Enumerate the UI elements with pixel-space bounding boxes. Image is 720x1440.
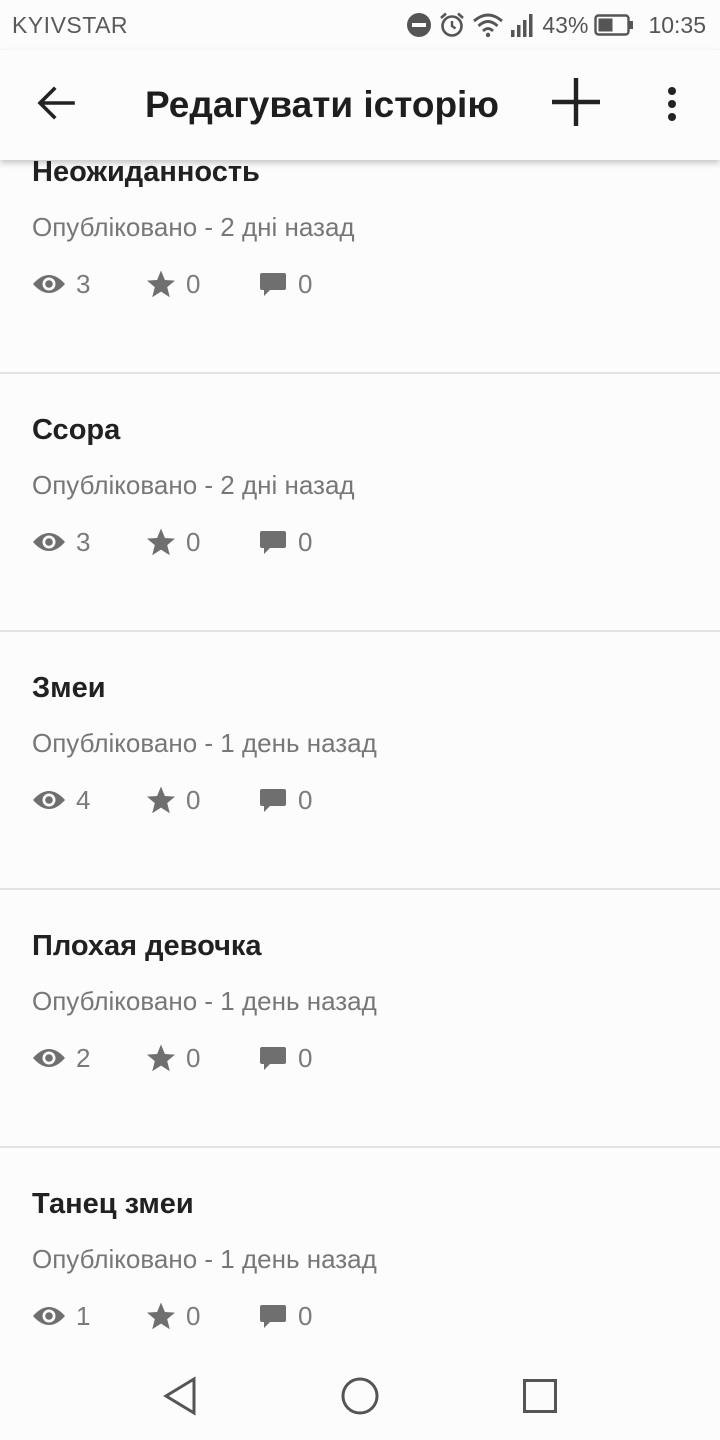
story-title: Плохая девочка <box>32 930 262 962</box>
story-published: Опубліковано - 1 день назад <box>32 1244 377 1274</box>
nav-home-icon <box>340 1376 380 1421</box>
clock: 10:35 <box>648 11 706 38</box>
status-icons: 43% 10:35 <box>406 9 706 41</box>
stars-stat: 0 <box>146 1038 200 1078</box>
stars-count: 0 <box>186 268 201 299</box>
stars-count: 0 <box>186 526 201 557</box>
story-stats: 1 0 0 <box>32 1296 432 1336</box>
star-icon <box>146 1301 176 1331</box>
dnd-icon <box>406 12 432 38</box>
views-count: 1 <box>76 1300 91 1331</box>
views-count: 2 <box>76 1042 91 1073</box>
nav-back-icon <box>162 1375 198 1421</box>
comments-stat: 0 <box>258 264 312 304</box>
comments-count: 0 <box>298 784 313 815</box>
carrier-name: KYIVSTAR <box>12 12 129 38</box>
story-item[interactable]: Неожиданность Опубліковано - 2 дні назад… <box>0 160 720 374</box>
nav-back-button[interactable] <box>150 1368 210 1428</box>
comment-icon <box>258 785 288 815</box>
comment-icon <box>258 269 288 299</box>
plus-icon <box>550 76 602 133</box>
comments-stat: 0 <box>258 1038 312 1078</box>
star-icon <box>146 269 176 299</box>
comments-count: 0 <box>298 268 313 299</box>
eye-icon <box>32 1304 66 1328</box>
views-stat: 4 <box>32 780 90 820</box>
comment-icon <box>258 1043 288 1073</box>
eye-icon <box>32 272 66 296</box>
comments-count: 0 <box>298 1042 313 1073</box>
app-toolbar: Редагувати історію <box>0 50 720 160</box>
eye-icon <box>32 530 66 554</box>
system-nav-bar <box>0 1348 720 1440</box>
signal-icon <box>510 12 536 38</box>
story-stats: 4 0 0 <box>32 780 432 820</box>
more-options-button[interactable] <box>650 78 694 134</box>
story-published: Опубліковано - 2 дні назад <box>32 470 355 500</box>
views-stat: 3 <box>32 522 90 562</box>
battery-icon <box>594 14 634 36</box>
story-stats: 3 0 0 <box>32 522 432 562</box>
add-story-button[interactable] <box>546 74 606 134</box>
nav-recents-button[interactable] <box>510 1368 570 1428</box>
star-icon <box>146 785 176 815</box>
story-published: Опубліковано - 1 день назад <box>32 986 377 1016</box>
story-item[interactable]: Змеи Опубліковано - 1 день назад 4 0 0 <box>0 632 720 890</box>
alarm-icon <box>438 11 466 39</box>
story-title: Танец змеи <box>32 1188 194 1220</box>
story-item[interactable]: Танец змеи Опубліковано - 1 день назад 1… <box>0 1148 720 1348</box>
comments-count: 0 <box>298 526 313 557</box>
back-button[interactable] <box>28 77 84 133</box>
arrow-back-icon <box>37 85 75 125</box>
views-stat: 2 <box>32 1038 90 1078</box>
nav-home-button[interactable] <box>330 1368 390 1428</box>
eye-icon <box>32 1046 66 1070</box>
comments-stat: 0 <box>258 522 312 562</box>
stars-count: 0 <box>186 1300 201 1331</box>
story-list: Неожиданность Опубліковано - 2 дні назад… <box>0 160 720 1348</box>
views-stat: 1 <box>32 1296 90 1336</box>
views-count: 3 <box>76 268 91 299</box>
story-stats: 2 0 0 <box>32 1038 432 1078</box>
story-published: Опубліковано - 2 дні назад <box>32 212 355 242</box>
story-item[interactable]: Ссора Опубліковано - 2 дні назад 3 0 0 <box>0 374 720 632</box>
story-item[interactable]: Плохая девочка Опубліковано - 1 день наз… <box>0 890 720 1148</box>
views-stat: 3 <box>32 264 90 304</box>
stars-stat: 0 <box>146 264 200 304</box>
views-count: 3 <box>76 526 91 557</box>
comments-count: 0 <box>298 1300 313 1331</box>
battery-percent: 43% <box>542 11 589 38</box>
views-count: 4 <box>76 784 91 815</box>
stars-stat: 0 <box>146 522 200 562</box>
stars-count: 0 <box>186 1042 201 1073</box>
story-title: Неожиданность <box>32 160 260 188</box>
story-title: Ссора <box>32 414 121 446</box>
stars-stat: 0 <box>146 1296 200 1336</box>
page-title: Редагувати історію <box>145 84 499 125</box>
story-stats: 3 0 0 <box>32 264 432 304</box>
wifi-icon <box>472 11 504 39</box>
more-vert-icon <box>667 86 677 127</box>
comment-icon <box>258 527 288 557</box>
comment-icon <box>258 1301 288 1331</box>
comments-stat: 0 <box>258 780 312 820</box>
comments-stat: 0 <box>258 1296 312 1336</box>
story-published: Опубліковано - 1 день назад <box>32 728 377 758</box>
story-title: Змеи <box>32 672 106 704</box>
nav-recents-icon <box>522 1378 558 1419</box>
stars-stat: 0 <box>146 780 200 820</box>
eye-icon <box>32 788 66 812</box>
status-bar: KYIVSTAR 43% 10:35 <box>0 0 720 50</box>
star-icon <box>146 527 176 557</box>
star-icon <box>146 1043 176 1073</box>
stars-count: 0 <box>186 784 201 815</box>
